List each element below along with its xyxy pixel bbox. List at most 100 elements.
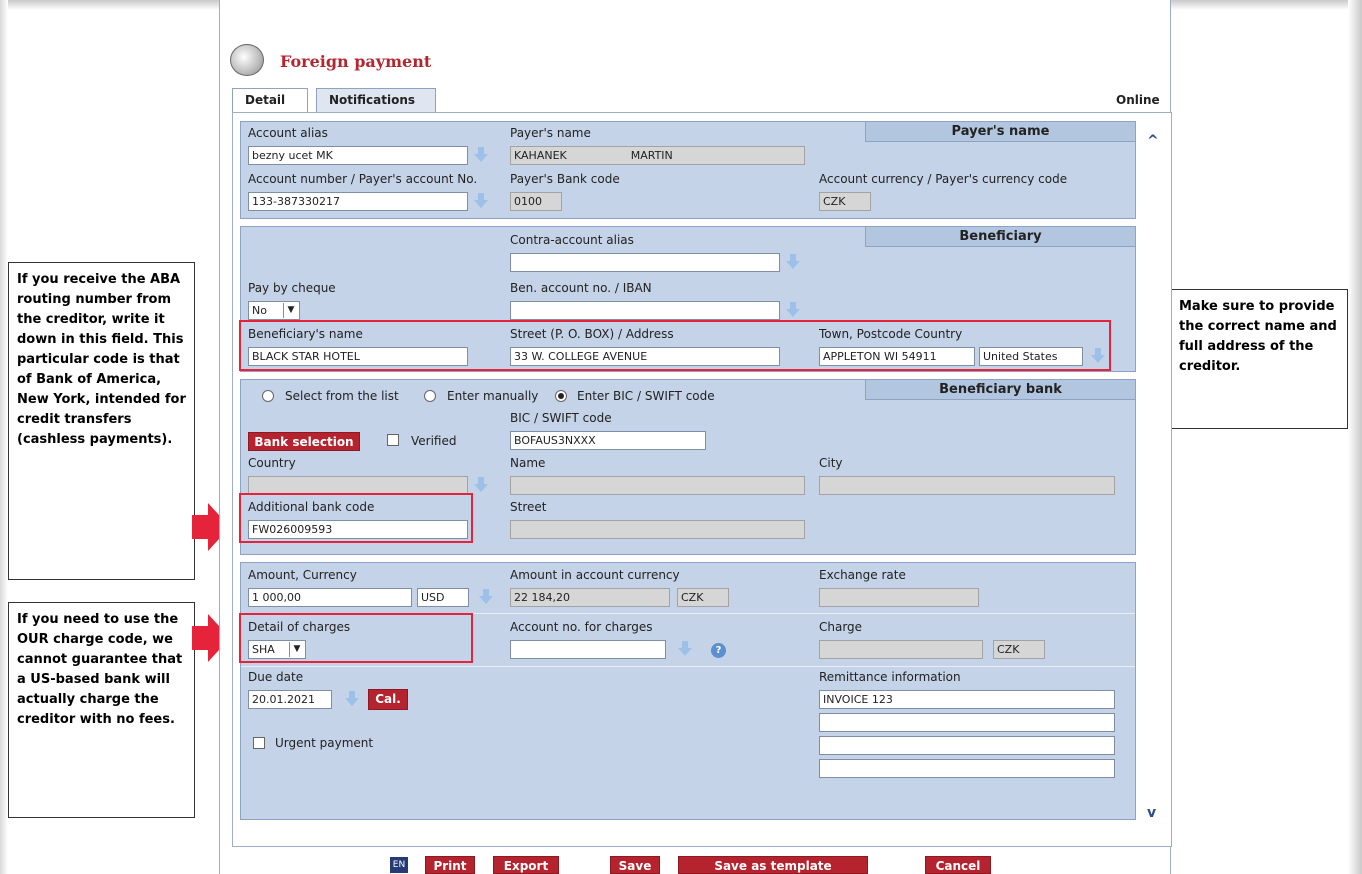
verified-checkbox[interactable] [387,434,399,446]
bic-label: BIC / SWIFT code [510,411,612,425]
bank-header: Beneficiary bank [865,380,1135,400]
bank-name-label: Name [510,456,546,470]
contra-alias-label: Contra-account alias [510,233,634,247]
urgent-label: Urgent payment [275,736,374,750]
charges-highlight [239,613,473,663]
amount-section: Amount, Currency 1 000,00 USD Amount in … [239,562,1136,820]
acc-currency-field: 22 184,20 [510,588,670,607]
remittance-line-4[interactable] [819,759,1115,778]
bank-street-field [510,520,805,539]
amount-currency-input[interactable]: USD [417,588,469,607]
charge-label: Charge [819,620,863,634]
note-aba-routing-text: If you receive the ABA routing number fr… [17,272,186,447]
radio-enter-manually-label: Enter manually [447,389,539,403]
note-aba-routing: If you receive the ABA routing number fr… [8,262,195,580]
bank-city-label: City [819,456,843,470]
due-date-picker-icon[interactable] [345,691,359,707]
charges-account-label: Account no. for charges [510,620,653,634]
bank-section: Beneficiary bank Select from the list En… [239,379,1136,555]
contra-alias-input[interactable] [510,253,780,272]
additional-code-highlight [239,493,473,543]
payer-first-name: KAHANEK [514,149,567,162]
export-button[interactable]: Export [493,856,559,874]
ben-account-picker-icon[interactable] [786,302,800,318]
bank-country-label: Country [248,456,296,470]
account-number-label: Account number / Payer's account No. [248,172,478,186]
account-number-input[interactable]: 133-387330217 [248,192,468,211]
bank-code-field: 0100 [510,192,562,211]
urgent-checkbox[interactable] [253,737,265,749]
note-beneficiary-address-text: Make sure to provide the correct name an… [1179,299,1337,374]
bank-street-label: Street [510,500,547,514]
radio-enter-bic[interactable] [555,390,567,402]
note-our-charges: If you need to use the OUR charge code, … [8,602,195,818]
amount-divider-2 [241,666,1135,667]
tab-notifications[interactable]: Notifications [316,88,436,112]
radio-enter-manually[interactable] [424,390,436,402]
ben-account-input[interactable] [510,301,780,320]
calendar-button[interactable]: Cal. [368,689,408,710]
remittance-line-1[interactable]: INVOICE 123 [819,690,1115,709]
bank-selection-button[interactable]: Bank selection [248,432,360,451]
payer-name-label: Payer's name [510,126,591,140]
online-status: Online [1116,93,1160,107]
pay-by-cheque-select[interactable]: No ▼ [248,301,300,320]
radio-select-list[interactable] [262,390,274,402]
verified-label: Verified [411,434,457,448]
beneficiary-highlight [239,320,1111,371]
remittance-label: Remittance information [819,670,961,684]
due-date-label: Due date [248,670,304,684]
save-as-template-button[interactable]: Save as template [678,856,868,874]
bank-name-field [510,476,805,495]
amount-input[interactable]: 1 000,00 [248,588,412,607]
radio-select-list-label: Select from the list [285,389,399,403]
rate-field [819,588,979,607]
currency-label: Account currency / Payer's currency code [819,172,1068,186]
payer-name-field: KAHANEK MARTIN [510,146,805,165]
form-content: Payer's name Account alias bezny ucet MK… [232,112,1172,847]
radio-enter-bic-label: Enter BIC / SWIFT code [577,389,715,403]
note-beneficiary-address: Make sure to provide the correct name an… [1170,289,1348,429]
ben-account-label: Ben. account no. / IBAN [510,281,652,295]
remittance-line-2[interactable] [819,713,1115,732]
scroll-up-icon[interactable]: ^ [1147,133,1159,149]
page-shadow-left [0,0,8,874]
due-date-input[interactable]: 20.01.2021 [248,690,332,709]
bank-country-picker-icon[interactable] [474,477,488,493]
tab-detail[interactable]: Detail [232,88,308,113]
contra-alias-picker-icon[interactable] [786,254,800,270]
page-shadow-right [1348,0,1362,874]
help-icon[interactable]: ? [711,643,726,658]
remittance-line-3[interactable] [819,736,1115,755]
save-button[interactable]: Save [610,856,660,874]
bic-input[interactable]: BOFAUS3NXXX [510,431,706,450]
amount-label: Amount, Currency [248,568,357,582]
account-alias-input[interactable]: bezny ucet MK [248,146,468,165]
page-title: Foreign payment [280,52,432,71]
charges-account-picker-icon[interactable] [678,641,692,657]
pay-by-cheque-value: No [252,304,267,317]
amount-currency-picker-icon[interactable] [479,589,493,605]
print-button[interactable]: Print [425,856,475,874]
account-alias-picker-icon[interactable] [474,147,488,163]
charge-field [819,640,983,659]
charges-account-input[interactable] [510,640,666,659]
acc-currency-code-field: CZK [677,588,729,607]
bank-city-field [819,476,1115,495]
cancel-button[interactable]: Cancel [925,856,991,874]
payment-icon [230,44,264,76]
language-badge[interactable]: EN [390,857,408,873]
charge-currency-field: CZK [993,640,1045,659]
beneficiary-section: Beneficiary Contra-account alias Pay by … [239,226,1136,372]
account-number-picker-icon[interactable] [474,193,488,209]
currency-field: CZK [819,192,871,211]
bank-code-label: Payer's Bank code [510,172,620,186]
pay-by-cheque-label: Pay by cheque [248,281,336,295]
rate-label: Exchange rate [819,568,906,582]
scroll-down-icon[interactable]: v [1147,805,1156,821]
account-alias-label: Account alias [248,126,328,140]
payer-section: Payer's name Account alias bezny ucet MK… [240,121,1136,219]
chevron-down-icon: ▼ [283,303,298,318]
payer-last-name: MARTIN [630,149,673,162]
beneficiary-header: Beneficiary [865,227,1135,247]
